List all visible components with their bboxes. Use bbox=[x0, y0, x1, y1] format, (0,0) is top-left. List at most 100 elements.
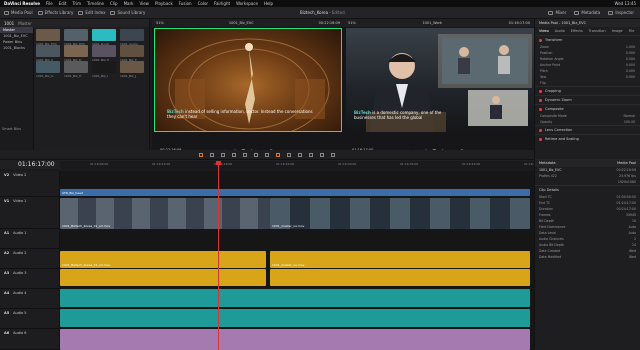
row-value[interactable]: 1.000 bbox=[626, 45, 635, 49]
link-icon[interactable] bbox=[287, 152, 291, 157]
clip-thumbnail[interactable]: 1001_Biz_G bbox=[36, 61, 60, 78]
pgm-zoom-level[interactable]: 51% bbox=[348, 21, 356, 25]
row-value[interactable]: 0.000 bbox=[626, 69, 635, 73]
source-frame[interactable]: BizTech instead of selling information, … bbox=[154, 28, 342, 132]
clip-thumbnail[interactable]: 1001_Biz_D bbox=[64, 45, 88, 62]
track-header-v2[interactable]: V2 Video 2 bbox=[0, 171, 60, 197]
row-value[interactable]: 0.000 bbox=[626, 57, 635, 61]
a2-clip-b[interactable] bbox=[270, 269, 530, 286]
track-header-a4[interactable]: A4 Audio 4 bbox=[0, 289, 60, 309]
bin-path[interactable]: Master bbox=[18, 21, 32, 26]
sound-library-button[interactable]: Sound Library bbox=[110, 10, 145, 15]
track-header-v1[interactable]: V1 Video 1 bbox=[0, 197, 60, 229]
a1-clip-a[interactable]: 1001_Biztech_Korea_01_ad.mov bbox=[60, 251, 266, 268]
track-header-a5[interactable]: A5 Audio 5 bbox=[0, 309, 60, 329]
row-value[interactable]: 0.000 bbox=[626, 63, 635, 67]
tab-image[interactable]: Image bbox=[612, 29, 623, 33]
meta-value: 10 bbox=[631, 219, 636, 223]
snap-icon[interactable] bbox=[276, 152, 280, 157]
a2-clip-a[interactable] bbox=[60, 269, 266, 286]
track-header-a2[interactable]: A2 Audio 2 bbox=[0, 249, 60, 269]
menu-workspace[interactable]: Workspace bbox=[236, 1, 258, 6]
menu-file[interactable]: File bbox=[46, 1, 53, 6]
replace-icon[interactable] bbox=[265, 152, 269, 157]
clip-thumbnail[interactable]: 1001_Biz_I bbox=[92, 61, 116, 78]
clip-thumbnail[interactable]: 1001_Biz_E bbox=[92, 45, 116, 62]
playhead[interactable] bbox=[218, 161, 219, 350]
pointer-tool-icon[interactable] bbox=[199, 152, 203, 157]
mixer-button[interactable]: Mixer bbox=[548, 10, 566, 15]
timeline-name[interactable]: 1001_Work bbox=[422, 21, 442, 25]
clip-label: 1001_Biztech_Korea_01_ad.mov bbox=[62, 224, 111, 228]
clip-thumbnail[interactable]: 1001_Biz_J bbox=[120, 61, 144, 78]
clip-details-header[interactable]: Clip Details bbox=[535, 185, 640, 194]
tab-effects[interactable]: Effects bbox=[571, 29, 583, 33]
zoom-in-icon[interactable] bbox=[320, 152, 324, 157]
menu-view[interactable]: View bbox=[139, 1, 149, 6]
timeline-ruler[interactable]: 01:16:06:00 01:16:12:00 01:16:18:00 01:16:2… bbox=[60, 161, 542, 171]
metadata-button[interactable]: Metadata bbox=[574, 10, 600, 15]
v1-clip-a[interactable]: 1001_Biztech_Korea_01_ad.mov bbox=[60, 198, 270, 229]
a4-clip[interactable] bbox=[60, 309, 530, 327]
menu-clip[interactable]: Clip bbox=[110, 1, 118, 6]
a3-clip[interactable] bbox=[60, 289, 530, 307]
tab-audio[interactable]: Audio bbox=[555, 29, 565, 33]
insert-icon[interactable] bbox=[243, 152, 247, 157]
metadata-tab[interactable]: Media Pool bbox=[617, 161, 636, 165]
effects-library-button[interactable]: Effects Library bbox=[37, 10, 73, 15]
section-retime[interactable]: Retime and Scaling bbox=[535, 134, 640, 143]
track-header-a1[interactable]: A1 Audio 1 bbox=[0, 229, 60, 249]
menu-edit[interactable]: Edit bbox=[59, 1, 67, 6]
v2-title-clip[interactable]: ATN_Biz_head bbox=[60, 189, 530, 196]
program-frame[interactable]: BizTech is a domestic company, one of th… bbox=[346, 28, 534, 132]
clip-thumbnail[interactable]: 1001_B-roll bbox=[92, 29, 116, 46]
tab-video[interactable]: Video bbox=[539, 29, 549, 33]
app-menu[interactable]: DaVinci Resolve bbox=[4, 1, 40, 6]
section-dynamic-zoom[interactable]: Dynamic Zoom bbox=[535, 95, 640, 104]
trim-tool-icon[interactable] bbox=[210, 152, 214, 157]
flag-icon[interactable] bbox=[298, 152, 302, 157]
section-cropping[interactable]: Cropping bbox=[535, 86, 640, 95]
track-header-a6[interactable]: A6 Audio 6 bbox=[0, 329, 60, 350]
timeline-tracks[interactable]: ATN_Biz_head 1001_Biztech_Korea_01_ad.mov… bbox=[60, 171, 534, 350]
menu-color[interactable]: Color bbox=[198, 1, 208, 6]
menu-timeline[interactable]: Timeline bbox=[87, 1, 104, 6]
a5-clip[interactable] bbox=[60, 329, 530, 350]
playhead-handle[interactable] bbox=[216, 161, 221, 165]
bin-blocks[interactable]: 1001_Blocks bbox=[0, 45, 33, 51]
media-pool-button[interactable]: Media Pool bbox=[4, 10, 33, 15]
section-transform[interactable]: Transform bbox=[535, 35, 640, 44]
tab-transition[interactable]: Transition bbox=[589, 29, 606, 33]
menu-playback[interactable]: Playback bbox=[155, 1, 173, 6]
row-value[interactable]: 0.000 bbox=[626, 75, 635, 79]
menu-help[interactable]: Help bbox=[264, 1, 273, 6]
section-composite[interactable]: Composite bbox=[535, 104, 640, 113]
row-value[interactable]: 0.000 bbox=[626, 51, 635, 55]
metadata-rows: Start TC 01:00:00:00 End TC 01:24:17:00 Dura… bbox=[535, 194, 640, 260]
menu-trim[interactable]: Trim bbox=[72, 1, 81, 6]
clip-thumbnail[interactable]: 1001_Biz_EVC bbox=[64, 29, 88, 46]
dynamic-trim-icon[interactable] bbox=[221, 152, 225, 157]
inspector-button[interactable]: Inspector bbox=[608, 10, 634, 15]
clip-thumbnail[interactable]: 1001_Biz_EVC bbox=[36, 29, 60, 46]
edit-index-button[interactable]: Edit Index bbox=[78, 10, 105, 15]
menu-fairlight[interactable]: Fairlight bbox=[214, 1, 230, 6]
tab-file[interactable]: File bbox=[629, 29, 635, 33]
overwrite-icon[interactable] bbox=[254, 152, 258, 157]
section-lens-correction[interactable]: Lens Correction bbox=[535, 125, 640, 134]
track-header-a3[interactable]: A3 Audio 3 bbox=[0, 269, 60, 289]
v1-clip-b[interactable]: 1001_master_ne.mov bbox=[270, 198, 530, 229]
menu-fusion[interactable]: Fusion bbox=[179, 1, 192, 6]
clip-thumbnail[interactable]: 1001_Biz_C bbox=[36, 45, 60, 62]
clip-thumbnail[interactable]: 1001_Audio bbox=[120, 29, 144, 46]
menu-mark[interactable]: Mark bbox=[124, 1, 134, 6]
zoom-out-icon[interactable] bbox=[331, 152, 335, 157]
clip-thumbnail[interactable]: 1001_Biz_H bbox=[64, 61, 88, 78]
a1-clip-b[interactable]: 1001_master_ne.mov bbox=[270, 251, 530, 268]
blade-tool-icon[interactable] bbox=[232, 152, 236, 157]
clip-thumbnail[interactable]: 1001_Biz_F bbox=[120, 45, 144, 62]
marker-icon[interactable] bbox=[309, 152, 313, 157]
track-id: A5 bbox=[4, 311, 10, 315]
smart-bins-label[interactable]: Smart Bins bbox=[2, 127, 21, 131]
zoom-level[interactable]: 51% bbox=[156, 21, 164, 25]
